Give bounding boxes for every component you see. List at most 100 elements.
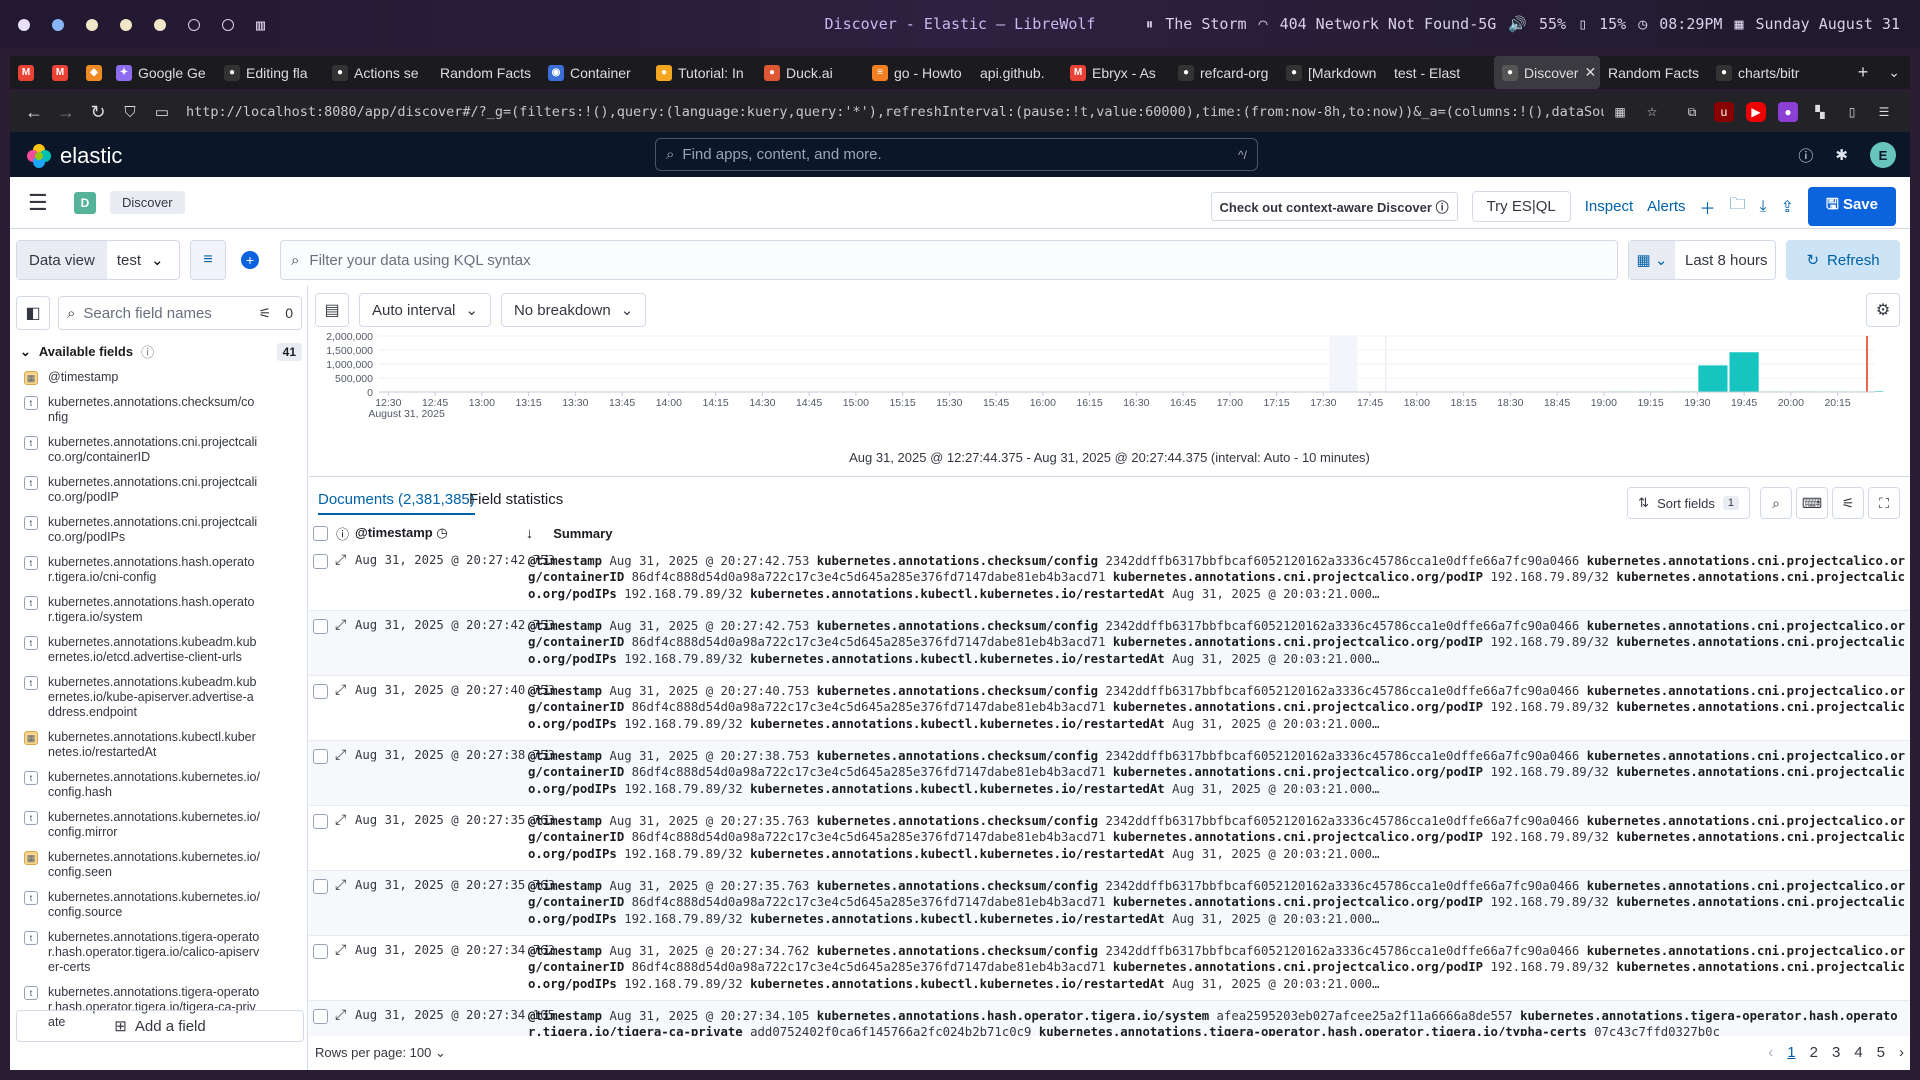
expand-row-icon[interactable]: ⤢ [335,747,346,763]
collapse-sidebar-icon[interactable]: ◧ [16,296,50,330]
calendar-icon[interactable]: ▦ ⌄ [1629,241,1675,279]
table-row[interactable]: ⤢ Aug 31, 2025 @ 20:27:34.105 @timestamp A… [309,1001,1910,1036]
row-checkbox[interactable] [313,684,328,699]
extensions-icon[interactable]: ⧉ [1682,102,1702,122]
browser-tab[interactable]: ● [Markdown [1278,56,1386,89]
time-range[interactable]: Last 8 hours [1675,252,1768,269]
histogram-bar[interactable] [1729,352,1759,392]
browser-tab[interactable]: ◆ [78,56,108,89]
close-tab-icon[interactable]: ✕ [1584,64,1596,81]
time-picker[interactable]: ▦ ⌄ Last 8 hours [1628,240,1776,280]
purple-extension-icon[interactable]: ● [1778,102,1798,122]
layout-icon[interactable]: ▥ [256,16,265,34]
row-checkbox[interactable] [313,619,328,634]
breadcrumb[interactable]: Discover [110,191,185,214]
browser-tab[interactable]: M [10,56,44,89]
table-row[interactable]: ⤢ Aug 31, 2025 @ 20:27:40.753 @timestamp A… [309,676,1910,741]
try-esql-button[interactable]: Try ES|QL [1471,191,1571,222]
browser-tab[interactable]: M Ebryx - As [1062,56,1170,89]
keyboard-icon[interactable]: ⌨ [1796,487,1828,519]
histogram-chart[interactable]: 2,000,0001,500,0001,000,000500,000012:30… [309,330,1910,440]
refresh-button[interactable]: ↻ Refresh [1786,240,1900,280]
prev-page-icon[interactable]: ‹ [1768,1044,1773,1061]
data-view-picker[interactable]: Data view test ⌄ [16,240,180,280]
add-filter-button[interactable]: + [232,240,268,280]
row-checkbox[interactable] [313,1009,328,1024]
browser-tab[interactable]: ● Tutorial: In [648,56,756,89]
download-icon[interactable]: ⤓ [1760,198,1767,216]
add-field-button[interactable]: ⊞ Add a field [16,1010,304,1042]
field-item[interactable]: t kubernetes.annotations.kubernetes.io/co… [24,770,306,800]
tab-field-statistics[interactable]: Field statistics [469,491,563,508]
field-item[interactable]: t kubernetes.annotations.kubeadm.kubernet… [24,675,306,720]
youtube-icon[interactable]: ▶ [1746,102,1766,122]
save-button[interactable]: 🖫 Save [1808,187,1896,226]
field-filter-icon[interactable]: ⚟ [259,305,272,322]
back-icon[interactable]: ← [18,102,50,123]
toggle-chart-icon[interactable]: ▤ [315,293,349,327]
workspace-6[interactable] [188,19,200,31]
table-row[interactable]: ⤢ Aug 31, 2025 @ 20:27:34.762 @timestamp A… [309,936,1910,1001]
table-row[interactable]: ⤢ Aug 31, 2025 @ 20:27:38.753 @timestamp A… [309,741,1910,806]
inspect-link[interactable]: Inspect [1585,198,1633,215]
forward-icon[interactable]: → [50,102,82,123]
field-item[interactable]: ▦ kubernetes.annotations.kubernetes.io/co… [24,850,306,880]
breakdown-select[interactable]: No breakdown ⌄ [500,293,647,327]
row-checkbox[interactable] [313,814,328,829]
expand-row-icon[interactable]: ⤢ [335,552,346,568]
alerts-link[interactable]: Alerts [1647,198,1685,215]
kql-search-input[interactable]: ⌕ Filter your data using KQL syntax [280,240,1618,280]
field-item[interactable]: ▦ @timestamp [24,370,306,385]
ublock-icon[interactable]: u [1714,102,1734,122]
histogram-bar[interactable] [1698,365,1728,392]
field-item[interactable]: t kubernetes.annotations.kubeadm.kubernet… [24,635,306,665]
field-item[interactable]: t kubernetes.annotations.cni.projectcalic… [24,475,306,505]
select-all-checkbox[interactable] [313,525,328,541]
shield-icon[interactable]: ⛉ [114,104,146,121]
row-checkbox[interactable] [313,944,328,959]
workspace-4[interactable] [120,19,132,31]
workspace-7[interactable] [222,19,234,31]
apps-icon[interactable]: ▚ [1810,102,1830,122]
interval-select[interactable]: Auto interval ⌄ [359,293,491,327]
page-link[interactable]: 3 [1832,1044,1840,1061]
menu-icon[interactable]: ☰ [1874,102,1894,122]
row-checkbox[interactable] [313,749,328,764]
open-folder-icon[interactable]: 🗀 [1730,193,1746,220]
expand-row-icon[interactable]: ⤢ [335,617,346,633]
global-search-input[interactable]: ⌕ Find apps, content, and more. ^/ [655,138,1258,171]
menu-toggle-icon[interactable]: ☰ [28,190,52,216]
display-settings-icon[interactable]: ⚟ [1832,487,1864,519]
tab-documents[interactable]: Documents (2,381,385) [318,491,475,515]
page-link[interactable]: 1 [1787,1044,1795,1061]
sidebar-toggle-icon[interactable]: ▯ [1842,102,1862,122]
field-item[interactable]: t kubernetes.annotations.kubernetes.io/co… [24,890,306,920]
field-item[interactable]: t kubernetes.annotations.cni.projectcalic… [24,435,306,465]
volume-level[interactable]: 55% [1539,15,1566,33]
music-title[interactable]: The Storm [1165,15,1246,33]
field-item[interactable]: t kubernetes.annotations.kubernetes.io/co… [24,810,306,840]
wifi-name[interactable]: 404 Network Not Found-5G [1280,15,1497,33]
column-timestamp[interactable]: @timestamp ◷ [355,525,448,541]
field-search-input[interactable]: ⌕ Search field names ⚟ 0 [58,296,302,330]
table-row[interactable]: ⤢ Aug 31, 2025 @ 20:27:35.763 @timestamp A… [309,806,1910,871]
table-row[interactable]: ⤢ Aug 31, 2025 @ 20:27:42.753 @timestamp A… [309,546,1910,611]
field-item[interactable]: t kubernetes.annotations.hash.operator.ti… [24,555,306,585]
chart-options-icon[interactable]: ⚙ [1866,293,1900,327]
elastic-logo[interactable]: elastic [26,143,122,169]
reload-icon[interactable]: ↻ [82,102,114,123]
browser-tab[interactable]: ✦ Google Ge [108,56,216,89]
row-checkbox[interactable] [313,879,328,894]
column-summary[interactable]: Summary [553,526,612,541]
field-item[interactable]: ▦ kubernetes.annotations.kubectl.kubernet… [24,730,306,760]
table-row[interactable]: ⤢ Aug 31, 2025 @ 20:27:42.753 @timestamp A… [309,611,1910,676]
field-item[interactable]: t kubernetes.annotations.tigera-operator.… [24,930,306,975]
filter-menu-button[interactable]: ≡ [190,240,226,280]
browser-tab[interactable]: ≡ go - Howto [864,56,972,89]
page-link[interactable]: 4 [1854,1044,1862,1061]
available-fields-header[interactable]: ⌄ Available fields ⓘ 41 [20,342,308,361]
tab-list-icon[interactable]: ⌄ [1878,64,1910,81]
browser-tab[interactable]: api.github. [972,56,1062,89]
browser-tab[interactable]: test - Elast [1386,56,1494,89]
browser-tab[interactable]: ● charts/bitr [1708,56,1816,89]
